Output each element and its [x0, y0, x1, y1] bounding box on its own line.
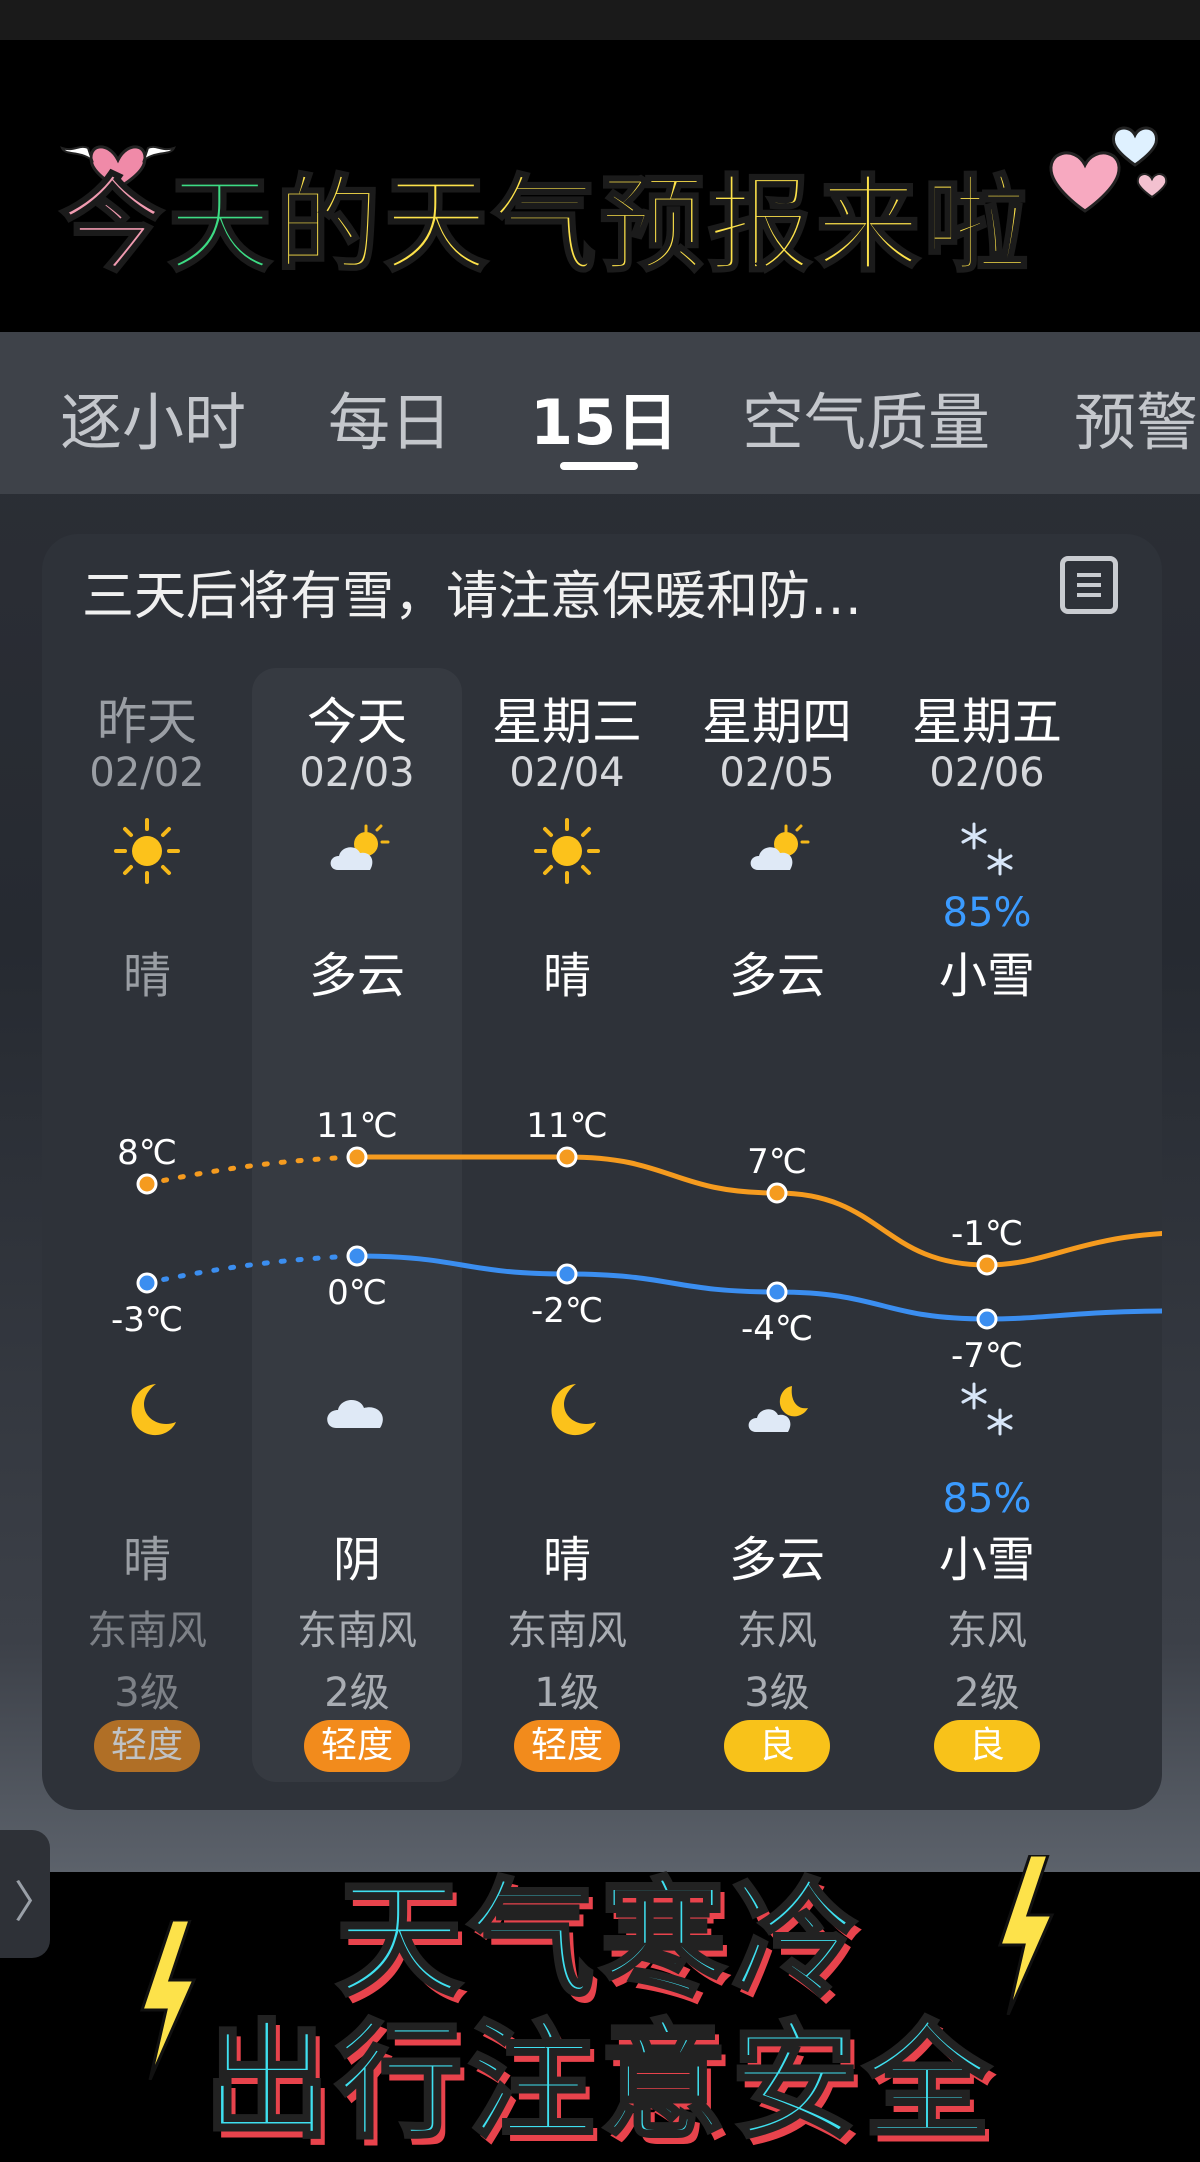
snow-icon: [952, 1376, 1022, 1446]
wind-direction: 东南风: [297, 1608, 417, 1654]
night-condition: 小雪: [938, 1532, 1035, 1588]
day-date: 02/03: [299, 750, 415, 796]
day-name: 星期三: [492, 693, 642, 751]
night-condition: 晴: [122, 1532, 171, 1588]
tab-bar: 逐小时 每日 15日 空气质量 预警: [0, 332, 1200, 494]
wind-level: 3级: [114, 1670, 180, 1716]
moon-icon: [112, 1376, 182, 1446]
day-name: 今天: [307, 693, 407, 751]
aqi-badge: 轻度: [304, 1720, 410, 1772]
night-condition: 阴: [332, 1532, 381, 1588]
moon-icon: [532, 1376, 602, 1446]
wind-direction: 东风: [947, 1608, 1027, 1654]
day-name: 星期四: [702, 693, 852, 751]
sun-icon: [112, 816, 182, 886]
day-date: 0: [1092, 750, 1162, 796]
banner: 今天的天气预报来啦: [0, 40, 1200, 332]
weather-app: 逐小时 每日 15日 空气质量 预警 三天后将有雪，请注意保暖和防… 昨天 02/…: [0, 332, 1200, 1958]
aqi-badge: 轻度: [514, 1720, 620, 1772]
day-date: 02/04: [509, 750, 625, 796]
night-precip-probability: 85%: [942, 1476, 1032, 1522]
day-precip-probability: 85%: [942, 890, 1032, 936]
list-icon[interactable]: [1060, 556, 1118, 614]
wind-direction: 东南风: [507, 1608, 627, 1654]
day-name: 昨天: [97, 693, 197, 751]
weather-alert-text[interactable]: 三天后将有雪，请注意保暖和防…: [82, 554, 862, 629]
day-name: 星: [1092, 682, 1162, 754]
day-condition: 多云: [728, 948, 825, 1004]
hearts-icon: [1049, 126, 1168, 213]
partly-cloudy-icon: [322, 816, 392, 886]
wind-direction: 东南风: [87, 1608, 207, 1654]
day-date: 02/02: [89, 750, 205, 796]
active-tab-indicator: [560, 462, 638, 470]
aqi-badge: 良: [934, 1720, 1040, 1772]
banner-title-part-2: 天: [167, 163, 277, 288]
day-column[interactable]: 今天 02/03 多云阴东南风 2级 轻度: [252, 668, 462, 1782]
top-strip: [0, 0, 1200, 40]
day-name: 星期五: [912, 693, 1062, 751]
banner-title-part-1: 今: [58, 163, 169, 288]
tab-15-day[interactable]: 15日: [530, 372, 678, 462]
day-column[interactable]: 昨天 02/02 晴晴东南风 3级 轻度: [42, 668, 252, 1782]
banner-title-part-3: 的天气预报来啦: [275, 163, 1033, 288]
wind-level: 2级: [324, 1670, 390, 1716]
forecast-card: 三天后将有雪，请注意保暖和防… 昨天 02/02 晴晴东南风 3级 轻度 今天 02/03 多…: [42, 534, 1162, 1810]
wind-level: 3级: [744, 1670, 810, 1716]
night-condition: 晴: [542, 1532, 591, 1588]
tab-hourly[interactable]: 逐小时: [60, 372, 246, 462]
night-condition: 多云: [728, 1532, 825, 1588]
day-date: 02/06: [929, 750, 1045, 796]
day-column[interactable]: 星期五 02/06 85% 小雪 85% 小雪东风 2级良: [882, 668, 1092, 1782]
partly-cloudy-icon: [742, 816, 812, 886]
wind-direction: 东风: [737, 1608, 817, 1654]
day-date: 02/05: [719, 750, 835, 796]
day-condition: 晴: [122, 948, 171, 1004]
day-column[interactable]: 星期三 02/04 晴晴东南风 1级 轻度: [462, 668, 672, 1782]
wind-level: 1级: [534, 1670, 600, 1716]
day-condition: 晴: [542, 948, 591, 1004]
day-condition: 多云: [308, 948, 405, 1004]
aqi-badge: 轻度: [94, 1720, 200, 1772]
wind-level: 2级: [954, 1670, 1020, 1716]
aqi-badge: 良: [724, 1720, 830, 1772]
day-condition: 小雪: [938, 948, 1035, 1004]
cloud-icon: [322, 1376, 392, 1446]
partly-cloudy-night-icon: [742, 1376, 812, 1446]
day-column[interactable]: 星期四 02/05 多云 多云 东风 3级良: [672, 668, 882, 1782]
tab-daily[interactable]: 每日: [328, 372, 452, 462]
banner-title: 今天的天气预报来啦: [58, 140, 1180, 310]
day-column[interactable]: 星0 西: [1092, 668, 1162, 1782]
wind-direction: 西: [1092, 1598, 1162, 1656]
snow-icon: [952, 816, 1022, 886]
bottom-caption-line-2: 出行注意安全: [202, 2006, 996, 2157]
sun-icon: [532, 816, 602, 886]
tab-air-quality[interactable]: 空气质量: [742, 372, 990, 462]
tab-alerts[interactable]: 预警: [1074, 372, 1198, 462]
